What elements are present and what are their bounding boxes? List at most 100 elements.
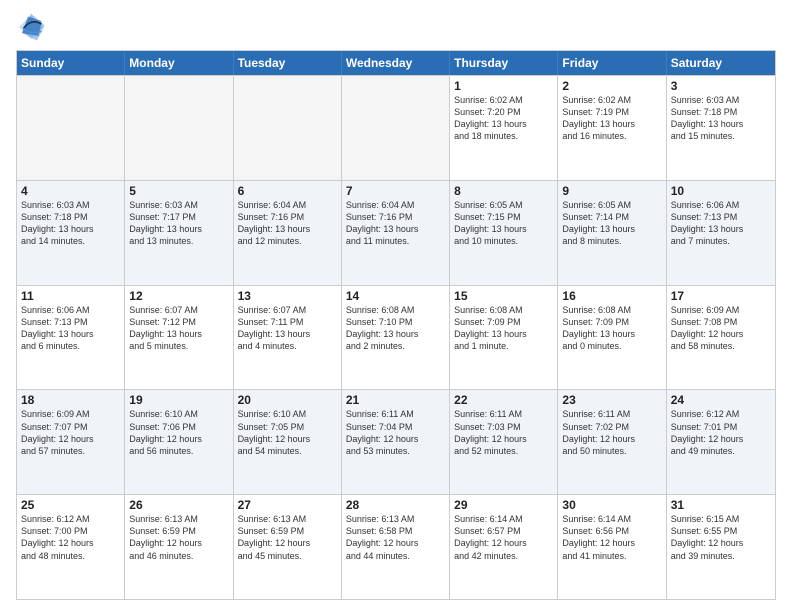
day-number: 25	[21, 498, 120, 512]
day-cell-28: 28Sunrise: 6:13 AM Sunset: 6:58 PM Dayli…	[342, 495, 450, 599]
empty-cell	[234, 76, 342, 180]
cell-info: Sunrise: 6:07 AM Sunset: 7:11 PM Dayligh…	[238, 304, 337, 353]
page-container: SundayMondayTuesdayWednesdayThursdayFrid…	[0, 0, 792, 612]
day-cell-21: 21Sunrise: 6:11 AM Sunset: 7:04 PM Dayli…	[342, 390, 450, 494]
calendar-row-4: 25Sunrise: 6:12 AM Sunset: 7:00 PM Dayli…	[17, 494, 775, 599]
cell-info: Sunrise: 6:11 AM Sunset: 7:03 PM Dayligh…	[454, 408, 553, 457]
cell-info: Sunrise: 6:11 AM Sunset: 7:04 PM Dayligh…	[346, 408, 445, 457]
day-cell-17: 17Sunrise: 6:09 AM Sunset: 7:08 PM Dayli…	[667, 286, 775, 390]
cell-info: Sunrise: 6:15 AM Sunset: 6:55 PM Dayligh…	[671, 513, 771, 562]
cell-info: Sunrise: 6:02 AM Sunset: 7:20 PM Dayligh…	[454, 94, 553, 143]
day-number: 6	[238, 184, 337, 198]
day-cell-18: 18Sunrise: 6:09 AM Sunset: 7:07 PM Dayli…	[17, 390, 125, 494]
cell-info: Sunrise: 6:09 AM Sunset: 7:07 PM Dayligh…	[21, 408, 120, 457]
day-number: 28	[346, 498, 445, 512]
day-cell-10: 10Sunrise: 6:06 AM Sunset: 7:13 PM Dayli…	[667, 181, 775, 285]
day-cell-31: 31Sunrise: 6:15 AM Sunset: 6:55 PM Dayli…	[667, 495, 775, 599]
day-number: 23	[562, 393, 661, 407]
day-cell-14: 14Sunrise: 6:08 AM Sunset: 7:10 PM Dayli…	[342, 286, 450, 390]
cell-info: Sunrise: 6:10 AM Sunset: 7:05 PM Dayligh…	[238, 408, 337, 457]
day-cell-5: 5Sunrise: 6:03 AM Sunset: 7:17 PM Daylig…	[125, 181, 233, 285]
day-cell-15: 15Sunrise: 6:08 AM Sunset: 7:09 PM Dayli…	[450, 286, 558, 390]
calendar: SundayMondayTuesdayWednesdayThursdayFrid…	[16, 50, 776, 600]
day-cell-12: 12Sunrise: 6:07 AM Sunset: 7:12 PM Dayli…	[125, 286, 233, 390]
day-cell-27: 27Sunrise: 6:13 AM Sunset: 6:59 PM Dayli…	[234, 495, 342, 599]
day-number: 14	[346, 289, 445, 303]
day-number: 31	[671, 498, 771, 512]
logo	[16, 12, 50, 42]
header-day-monday: Monday	[125, 51, 233, 75]
day-number: 8	[454, 184, 553, 198]
cell-info: Sunrise: 6:13 AM Sunset: 6:58 PM Dayligh…	[346, 513, 445, 562]
cell-info: Sunrise: 6:13 AM Sunset: 6:59 PM Dayligh…	[238, 513, 337, 562]
header-day-saturday: Saturday	[667, 51, 775, 75]
cell-info: Sunrise: 6:12 AM Sunset: 7:00 PM Dayligh…	[21, 513, 120, 562]
cell-info: Sunrise: 6:02 AM Sunset: 7:19 PM Dayligh…	[562, 94, 661, 143]
cell-info: Sunrise: 6:03 AM Sunset: 7:17 PM Dayligh…	[129, 199, 228, 248]
cell-info: Sunrise: 6:03 AM Sunset: 7:18 PM Dayligh…	[21, 199, 120, 248]
day-number: 29	[454, 498, 553, 512]
day-cell-13: 13Sunrise: 6:07 AM Sunset: 7:11 PM Dayli…	[234, 286, 342, 390]
day-cell-24: 24Sunrise: 6:12 AM Sunset: 7:01 PM Dayli…	[667, 390, 775, 494]
cell-info: Sunrise: 6:06 AM Sunset: 7:13 PM Dayligh…	[671, 199, 771, 248]
day-number: 3	[671, 79, 771, 93]
cell-info: Sunrise: 6:04 AM Sunset: 7:16 PM Dayligh…	[238, 199, 337, 248]
day-cell-4: 4Sunrise: 6:03 AM Sunset: 7:18 PM Daylig…	[17, 181, 125, 285]
day-number: 30	[562, 498, 661, 512]
calendar-row-2: 11Sunrise: 6:06 AM Sunset: 7:13 PM Dayli…	[17, 285, 775, 390]
cell-info: Sunrise: 6:03 AM Sunset: 7:18 PM Dayligh…	[671, 94, 771, 143]
cell-info: Sunrise: 6:08 AM Sunset: 7:09 PM Dayligh…	[562, 304, 661, 353]
cell-info: Sunrise: 6:13 AM Sunset: 6:59 PM Dayligh…	[129, 513, 228, 562]
cell-info: Sunrise: 6:11 AM Sunset: 7:02 PM Dayligh…	[562, 408, 661, 457]
calendar-body: 1Sunrise: 6:02 AM Sunset: 7:20 PM Daylig…	[17, 75, 775, 599]
header-day-friday: Friday	[558, 51, 666, 75]
day-cell-23: 23Sunrise: 6:11 AM Sunset: 7:02 PM Dayli…	[558, 390, 666, 494]
day-cell-16: 16Sunrise: 6:08 AM Sunset: 7:09 PM Dayli…	[558, 286, 666, 390]
cell-info: Sunrise: 6:12 AM Sunset: 7:01 PM Dayligh…	[671, 408, 771, 457]
day-cell-2: 2Sunrise: 6:02 AM Sunset: 7:19 PM Daylig…	[558, 76, 666, 180]
day-number: 10	[671, 184, 771, 198]
day-number: 15	[454, 289, 553, 303]
day-number: 2	[562, 79, 661, 93]
day-number: 5	[129, 184, 228, 198]
cell-info: Sunrise: 6:07 AM Sunset: 7:12 PM Dayligh…	[129, 304, 228, 353]
day-cell-1: 1Sunrise: 6:02 AM Sunset: 7:20 PM Daylig…	[450, 76, 558, 180]
page-header	[16, 12, 776, 42]
cell-info: Sunrise: 6:14 AM Sunset: 6:56 PM Dayligh…	[562, 513, 661, 562]
day-number: 11	[21, 289, 120, 303]
calendar-header: SundayMondayTuesdayWednesdayThursdayFrid…	[17, 51, 775, 75]
calendar-row-3: 18Sunrise: 6:09 AM Sunset: 7:07 PM Dayli…	[17, 389, 775, 494]
day-number: 9	[562, 184, 661, 198]
day-cell-3: 3Sunrise: 6:03 AM Sunset: 7:18 PM Daylig…	[667, 76, 775, 180]
day-number: 1	[454, 79, 553, 93]
day-number: 21	[346, 393, 445, 407]
day-number: 7	[346, 184, 445, 198]
calendar-row-1: 4Sunrise: 6:03 AM Sunset: 7:18 PM Daylig…	[17, 180, 775, 285]
empty-cell	[17, 76, 125, 180]
day-cell-20: 20Sunrise: 6:10 AM Sunset: 7:05 PM Dayli…	[234, 390, 342, 494]
day-number: 16	[562, 289, 661, 303]
day-number: 26	[129, 498, 228, 512]
day-number: 12	[129, 289, 228, 303]
header-day-wednesday: Wednesday	[342, 51, 450, 75]
day-number: 24	[671, 393, 771, 407]
day-cell-30: 30Sunrise: 6:14 AM Sunset: 6:56 PM Dayli…	[558, 495, 666, 599]
day-cell-19: 19Sunrise: 6:10 AM Sunset: 7:06 PM Dayli…	[125, 390, 233, 494]
day-number: 20	[238, 393, 337, 407]
day-cell-29: 29Sunrise: 6:14 AM Sunset: 6:57 PM Dayli…	[450, 495, 558, 599]
day-number: 19	[129, 393, 228, 407]
logo-icon	[16, 12, 46, 42]
cell-info: Sunrise: 6:05 AM Sunset: 7:15 PM Dayligh…	[454, 199, 553, 248]
day-cell-11: 11Sunrise: 6:06 AM Sunset: 7:13 PM Dayli…	[17, 286, 125, 390]
cell-info: Sunrise: 6:08 AM Sunset: 7:10 PM Dayligh…	[346, 304, 445, 353]
day-number: 22	[454, 393, 553, 407]
calendar-row-0: 1Sunrise: 6:02 AM Sunset: 7:20 PM Daylig…	[17, 75, 775, 180]
day-cell-8: 8Sunrise: 6:05 AM Sunset: 7:15 PM Daylig…	[450, 181, 558, 285]
day-cell-9: 9Sunrise: 6:05 AM Sunset: 7:14 PM Daylig…	[558, 181, 666, 285]
day-number: 18	[21, 393, 120, 407]
day-number: 13	[238, 289, 337, 303]
header-day-tuesday: Tuesday	[234, 51, 342, 75]
empty-cell	[125, 76, 233, 180]
cell-info: Sunrise: 6:04 AM Sunset: 7:16 PM Dayligh…	[346, 199, 445, 248]
empty-cell	[342, 76, 450, 180]
